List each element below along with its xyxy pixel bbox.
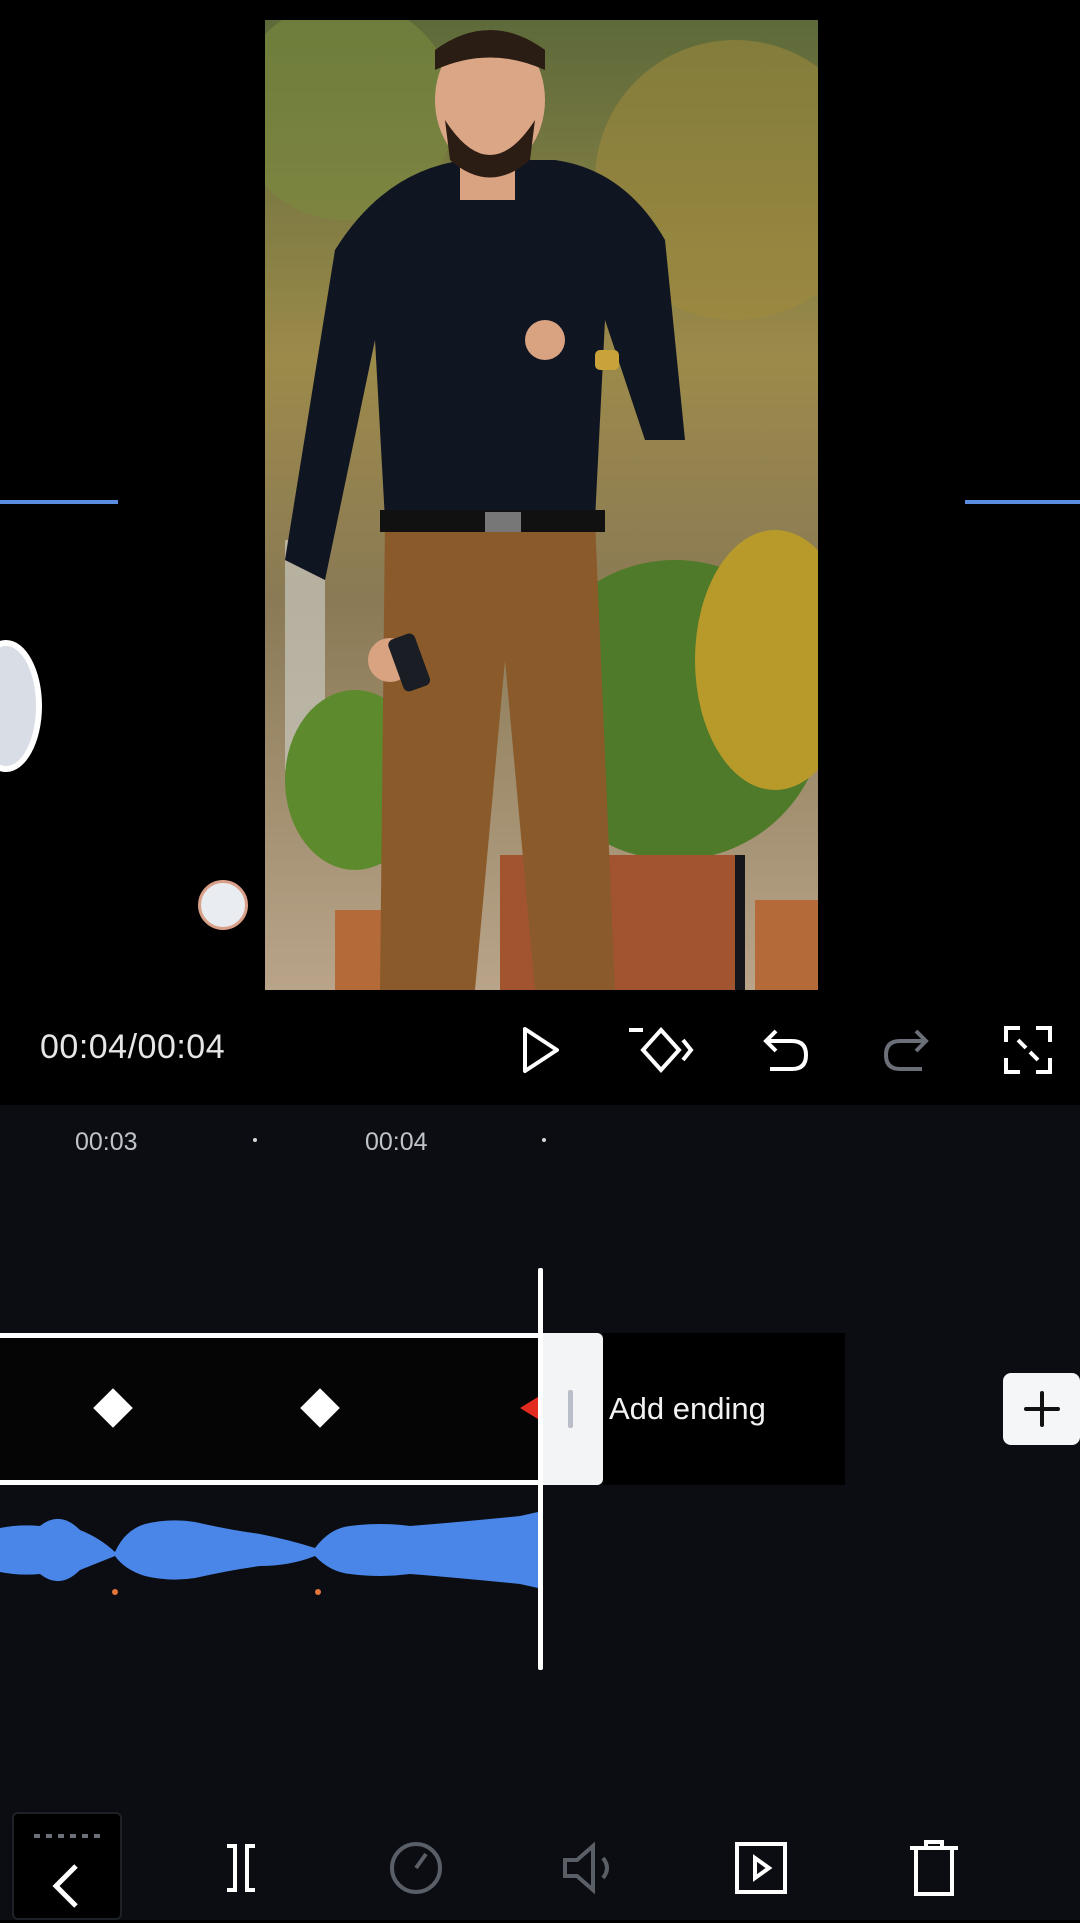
speed-icon — [390, 1842, 442, 1894]
plus-icon — [1023, 1391, 1060, 1427]
video-frame[interactable] — [265, 20, 818, 990]
trim-grip — [568, 1390, 573, 1428]
back-button[interactable] — [12, 1812, 122, 1920]
clip-trim-handle[interactable] — [543, 1333, 603, 1485]
fullscreen-button[interactable] — [993, 1020, 1063, 1080]
animation-icon — [735, 1842, 787, 1894]
speed-button[interactable] — [380, 1835, 452, 1901]
keyframe-icon — [629, 1027, 694, 1073]
crop-guide-right — [965, 500, 1080, 504]
play-button[interactable] — [505, 1020, 575, 1080]
back-icon — [34, 1834, 104, 1908]
fullscreen-icon — [1004, 1026, 1052, 1074]
keyframe-button[interactable] — [625, 1020, 695, 1080]
video-frame-image — [265, 20, 818, 990]
split-button[interactable] — [205, 1835, 277, 1901]
play-icon — [523, 1027, 559, 1073]
volume-button[interactable] — [555, 1835, 627, 1901]
redo-button[interactable] — [872, 1020, 942, 1080]
crop-guide-left — [0, 500, 118, 504]
time-tick-label: 00:04 — [365, 1128, 428, 1156]
time-tick-dot — [542, 1138, 546, 1142]
split-icon — [227, 1844, 255, 1892]
position-handle[interactable] — [198, 880, 248, 930]
delete-button[interactable] — [898, 1835, 970, 1901]
redo-icon — [883, 1029, 929, 1071]
animation-button[interactable] — [725, 1835, 797, 1901]
volume-icon — [563, 1841, 609, 1895]
time-tick-label: 00:03 — [75, 1128, 138, 1156]
add-ending-label: Add ending — [609, 1391, 766, 1426]
video-clip-track[interactable] — [0, 1333, 540, 1485]
audio-waveform — [0, 1512, 538, 1595]
add-ending-button[interactable]: Add ending — [603, 1333, 845, 1485]
time-tick-dot — [253, 1138, 257, 1142]
audio-waveform-track[interactable] — [0, 1500, 548, 1600]
delete-icon — [910, 1840, 958, 1896]
undo-button[interactable] — [750, 1020, 820, 1080]
undo-icon — [763, 1029, 809, 1071]
add-clip-button[interactable] — [1003, 1373, 1080, 1445]
timecode-display: 00:04/00:04 — [40, 1028, 226, 1066]
playhead[interactable] — [538, 1268, 543, 1670]
